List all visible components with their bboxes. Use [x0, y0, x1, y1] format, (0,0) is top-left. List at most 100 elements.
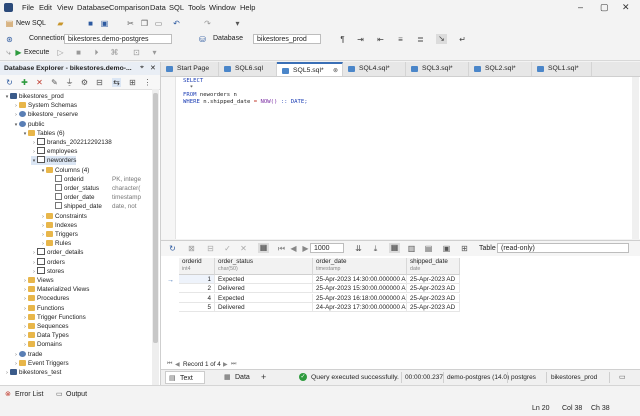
uncomment-icon[interactable]: ≣ — [416, 35, 425, 44]
tree-item[interactable]: ▾ bikestores_prod — [4, 92, 64, 101]
tree-item[interactable]: ▾ public — [13, 120, 44, 129]
collapse-results-icon[interactable]: ▭ — [619, 373, 626, 381]
tree-item[interactable]: › Functions — [22, 304, 64, 313]
tree-item[interactable]: order_date timestamp — [49, 193, 141, 202]
fetch-all-icon[interactable]: ⤓ — [371, 244, 380, 253]
redo-icon[interactable]: ↷ — [203, 19, 212, 28]
filter-settings-icon[interactable]: ⚙ — [80, 78, 89, 87]
tree-item[interactable]: shipped_date date, not — [49, 202, 137, 211]
apply-icon[interactable]: ✓ — [223, 244, 232, 253]
grid-cell[interactable]: Expected — [215, 293, 313, 303]
tree-item[interactable]: › Procedures — [22, 294, 69, 303]
editor-tab[interactable]: SQL3.sql* — [406, 62, 469, 76]
tree-item[interactable]: order_status character( — [49, 184, 140, 193]
new-connection-icon[interactable]: ✚ — [20, 78, 29, 87]
tree-item[interactable]: › Data Types — [22, 331, 69, 340]
tree-item[interactable]: › bikestore_reserve — [13, 110, 78, 119]
data-tab[interactable]: ▦ Data — [221, 371, 257, 384]
grid-cell[interactable]: 25-Apr-2023 15:30:00.000000 AD — [313, 284, 407, 294]
refresh-results-icon[interactable]: ↻ — [168, 244, 177, 253]
step-icon[interactable]: ⤷ — [4, 48, 13, 57]
close-tab-icon[interactable]: ⊗ — [333, 64, 338, 78]
tree-item[interactable]: › bikestores_test — [4, 368, 61, 377]
database-select[interactable]: bikestores_prod — [253, 34, 321, 44]
options-icon[interactable]: ▾ — [150, 48, 159, 57]
grid-cell[interactable]: 4 — [179, 293, 215, 303]
output-tab[interactable]: Output — [66, 391, 87, 398]
tree-item[interactable]: › Constraints — [40, 212, 87, 221]
comment-icon[interactable]: ≡ — [396, 35, 405, 44]
open-folder-icon[interactable]: ▰ — [56, 19, 65, 28]
undo-icon[interactable]: ↶ — [172, 19, 181, 28]
maximize-icon[interactable]: ▢ — [600, 2, 609, 13]
menu-sql[interactable]: SQL — [169, 3, 184, 12]
row-limit-select[interactable]: 1000 — [310, 243, 344, 253]
record-next-icon[interactable]: ▶ — [223, 361, 228, 368]
error-list-tab[interactable]: Error List — [15, 391, 43, 398]
save-all-icon[interactable]: ▣ — [100, 19, 109, 28]
stop-icon[interactable]: ■ — [74, 48, 83, 57]
format-icon[interactable]: ¶ — [338, 35, 347, 44]
record-last-icon[interactable]: ⏭ — [231, 361, 236, 368]
save-icon[interactable]: ■ — [86, 19, 95, 28]
tree-item[interactable]: › orders — [31, 257, 65, 267]
grid-cell[interactable]: 2 — [179, 284, 215, 294]
tree-item[interactable]: › Indexes — [40, 221, 77, 230]
editor-tab[interactable]: SQL5.sql* ⊗ — [277, 62, 343, 76]
tree-item[interactable]: › trade — [13, 350, 42, 359]
connection-select[interactable]: bikestores.demo-postgres — [64, 34, 172, 44]
menu-comparison[interactable]: Comparison — [109, 3, 149, 12]
pin-icon[interactable]: ⌖ — [140, 64, 144, 72]
tree-item[interactable]: › Sequences — [22, 322, 69, 331]
execute-current-icon[interactable]: ▷ — [56, 48, 65, 57]
delete-icon[interactable]: ✕ — [35, 78, 44, 87]
delete-row-icon[interactable]: ⊟ — [206, 244, 215, 253]
copy-icon[interactable]: ❐ — [140, 19, 149, 28]
cancel-icon[interactable]: ✕ — [239, 244, 248, 253]
tree-item[interactable]: › brands_202212292138 — [31, 138, 112, 147]
more-icon[interactable]: ▾ — [233, 19, 242, 28]
menu-window[interactable]: Window — [209, 3, 236, 12]
grid-cell[interactable]: 25-Apr-2023 AD — [407, 284, 460, 294]
new-sql-button[interactable]: New SQL — [16, 20, 46, 27]
grid-mode-icon[interactable]: ▦ — [389, 243, 400, 253]
export-icon[interactable]: ▣ — [442, 244, 451, 253]
expand-toggle-icon[interactable]: ▾ — [13, 121, 19, 130]
menu-file[interactable]: File — [22, 3, 34, 12]
grid-cell[interactable]: 25-Apr-2023 16:18:00.000000 AD — [313, 293, 407, 303]
tree-item[interactable]: ▾ neworders — [31, 156, 77, 166]
editor-scrollbar[interactable] — [632, 77, 639, 239]
explorer-scrollbar[interactable] — [152, 89, 159, 385]
settings-icon[interactable]: ⋮ — [143, 78, 152, 87]
menu-data[interactable]: Data — [150, 3, 166, 12]
card-mode-icon[interactable]: ▥ — [407, 244, 416, 253]
prev-icon[interactable]: ◀ — [289, 244, 298, 253]
debug-icon[interactable]: ⏵ — [92, 48, 101, 57]
wrap-icon[interactable]: ↵ — [458, 35, 467, 44]
tree-item[interactable]: › Materialized Views — [22, 285, 89, 294]
tree-item[interactable]: › Triggers — [40, 230, 78, 239]
close-icon[interactable]: ✕ — [622, 2, 630, 13]
editor-tab[interactable]: SQL2.sql* — [469, 62, 532, 76]
tree-item[interactable]: ▾ Tables (6) — [22, 129, 65, 138]
tree-item[interactable]: orderid PK, intege — [49, 174, 141, 184]
readonly-select[interactable]: (read-only) — [497, 243, 629, 253]
grid-cell[interactable]: 25-Apr-2023 AD — [407, 293, 460, 303]
grid-cell[interactable]: 25-Apr-2023 14:30:00.000000 AD — [313, 275, 407, 284]
pivot-icon[interactable]: ▤ — [424, 244, 433, 253]
tree-item[interactable]: › Trigger Functions — [22, 313, 86, 322]
sql-editor[interactable]: SELECT * FROM neworders n WHERE n.shippe… — [161, 77, 640, 239]
grid-cell[interactable]: 25-Apr-2023 AD — [407, 302, 460, 312]
toggle-icon[interactable]: ↘ — [436, 34, 447, 44]
editor-tab[interactable]: SQL6.sql — [219, 62, 277, 76]
tree-item[interactable]: › System Schemas — [13, 101, 77, 110]
tree-item[interactable]: › stores — [31, 266, 64, 276]
next-icon[interactable]: ▶ — [301, 244, 310, 253]
menu-help[interactable]: Help — [240, 3, 255, 12]
plan-icon[interactable]: ⌘ — [110, 48, 119, 57]
minimize-icon[interactable]: – — [578, 2, 583, 12]
outdent-icon[interactable]: ⇤ — [376, 35, 385, 44]
grid-cell[interactable]: Delivered — [215, 284, 313, 294]
menu-database[interactable]: Database — [77, 3, 109, 12]
paste-icon[interactable]: ▭ — [154, 19, 163, 28]
